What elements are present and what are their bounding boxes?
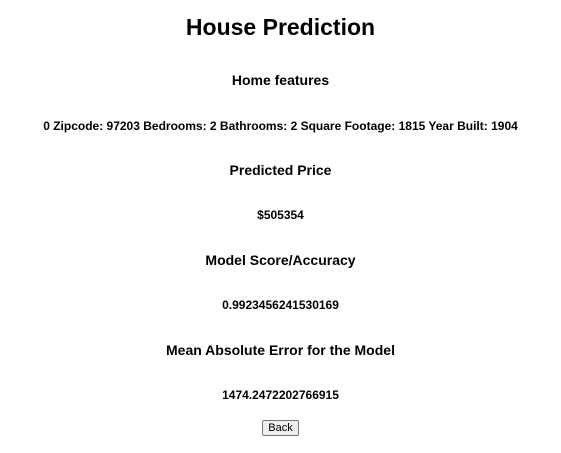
predicted-price-value: $505354 [257,208,304,222]
model-score-heading: Model Score/Accuracy [205,252,356,268]
home-features-text: 0 Zipcode: 97203 Bedrooms: 2 Bathrooms: … [43,119,518,133]
mean-absolute-error-heading: Mean Absolute Error for the Model [166,342,395,358]
page: House Prediction Home features 0 Zipcode… [0,0,561,453]
model-score-value: 0.9923456241530169 [222,298,339,312]
back-button-container: Back [0,418,561,436]
page-title: House Prediction [185,14,376,40]
predicted-price-heading: Predicted Price [229,162,332,178]
back-button[interactable]: Back [262,420,299,436]
home-features-heading: Home features [231,72,330,88]
mean-absolute-error-value: 1474.2472202766915 [222,388,339,402]
